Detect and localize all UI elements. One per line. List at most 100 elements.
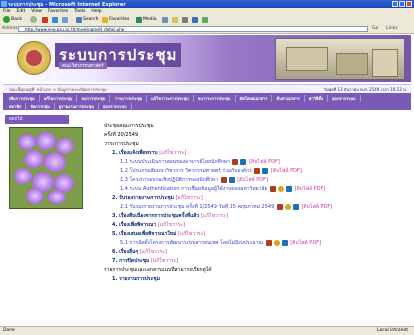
agenda-doc-link[interactable]: การจัดตั้งโครงการพัฒนาระบบสารสนเทศ โดยไม… — [130, 240, 263, 246]
pdf-link[interactable]: [ดิบไฟล์ PDF] — [271, 168, 302, 174]
agenda-subitem-2-1: 2.1 รับรองรายงานการประชุม ครั้งที่ 1/254… — [120, 203, 333, 210]
nav-settings[interactable]: ค่าวิธีตั้ง — [305, 95, 328, 102]
menu-favorites[interactable]: Favorites — [45, 8, 71, 14]
nav-add-meeting[interactable]: เพิ่มการประชุม — [5, 95, 40, 102]
nav-agenda[interactable]: วาระการประชุม — [110, 95, 148, 102]
messenger-icon — [202, 16, 208, 23]
agenda-doc-link[interactable]: โปรแกรมสัมมนาวิชาการ วิศวกรรมศาสตร์ ร่วม… — [130, 168, 252, 174]
refresh-button[interactable] — [52, 16, 59, 23]
nav-groups[interactable]: จัดการกลุ่ม — [26, 103, 55, 110]
attachment-item-1: 1. รายงานการประชุม — [112, 276, 160, 282]
gear-icon[interactable] — [273, 239, 280, 246]
logo-emblem — [26, 50, 42, 66]
nav-upload[interactable]: อัพโหลดเอกสาร — [236, 95, 273, 102]
address-input[interactable]: http://www.eng.psu.ac.th/meeting/edit_de… — [18, 26, 368, 32]
nav-row-1: เพิ่มการประชุม แก้ไขการประชุม ลบการประชุมว… — [5, 95, 361, 102]
site-banner: ระบบการประชุม คณะวิศวกรรมศาสตร์ — [3, 35, 411, 82]
agenda-doc-link[interactable]: รับรองรายงานการประชุม ครั้งที่ 1/2549 วั… — [130, 204, 275, 210]
edit-agenda-link[interactable]: [แก้ไขวาระ] — [140, 249, 167, 255]
edit-page-button[interactable] — [192, 16, 199, 23]
edit-agenda-link[interactable]: [แก้ไขวาระ] — [176, 195, 203, 201]
pencil-icon[interactable] — [228, 176, 235, 183]
minimize-button[interactable] — [392, 1, 398, 7]
nav-logout-2[interactable]: ออกจากระบบ — [99, 103, 132, 110]
agenda-subitem-5-1: 5.1 การจัดตั้งโครงการพัฒนาระบบสารสนเทศ โ… — [120, 239, 321, 246]
meeting-content: ประชุมคณะการประชุม ครั้งที่ 20/2549 วาระ… — [104, 122, 404, 284]
search-button[interactable]: Search — [76, 16, 98, 23]
close-button[interactable] — [406, 1, 412, 7]
gear-icon[interactable] — [277, 185, 284, 192]
search-icon — [76, 16, 82, 23]
edit-agenda-link[interactable]: [แก้ไขวาระ] — [178, 231, 205, 237]
pencil-icon[interactable] — [262, 167, 269, 174]
pdf-link[interactable]: [ดิบไฟล์ PDF] — [249, 159, 280, 165]
ie-icon — [1, 1, 7, 7]
pdf-link[interactable]: [ดิบไฟล์ PDF] — [295, 186, 326, 192]
document-icon[interactable] — [232, 158, 239, 165]
document-icon[interactable] — [254, 167, 261, 174]
print-button[interactable] — [182, 16, 189, 23]
stop-button[interactable] — [42, 16, 49, 23]
menu-help[interactable]: Help — [88, 8, 104, 14]
agenda-item-1: 1. เรื่องแจ้งเพื่อทราบ [แก้ไขวาระ] — [112, 150, 187, 156]
pencil-icon[interactable] — [292, 203, 299, 210]
nav-edit-agenda[interactable]: แก้ไขวาระการประชุม — [147, 95, 194, 102]
media-button[interactable]: Media — [136, 16, 157, 23]
nav-search-docs[interactable]: ค้นหาเอกสาร — [272, 95, 305, 102]
pencil-icon[interactable] — [281, 239, 288, 246]
menu-tools[interactable]: Tools — [71, 8, 88, 14]
menu-view[interactable]: View — [28, 8, 45, 14]
menu-edit[interactable]: Edit — [14, 8, 29, 14]
pdf-link[interactable]: [ดิบไฟล์ PDF] — [301, 204, 332, 210]
nav-delete-agenda[interactable]: ลบวาระการประชุม — [194, 95, 236, 102]
zone-indicator: Local intranet — [377, 328, 408, 333]
home-icon — [62, 16, 68, 23]
print-icon — [182, 16, 188, 23]
window-titlebar: ระบบการประชุม - Microsoft Internet Explo… — [0, 0, 414, 8]
maximize-button[interactable] — [399, 1, 405, 7]
menu-file[interactable]: File — [0, 8, 14, 14]
nav-edit-meeting[interactable]: แก้ไขการประชุม — [40, 95, 78, 102]
flower-image — [9, 127, 83, 209]
mail-button[interactable] — [172, 16, 179, 23]
gear-icon[interactable] — [284, 203, 291, 210]
university-logo — [17, 41, 51, 75]
favorites-button[interactable]: Favorites — [102, 16, 129, 23]
edit-agenda-link[interactable]: [แก้ไขวาระ] — [159, 150, 186, 156]
history-icon — [162, 16, 168, 23]
panel-heading: ดอกไม้ — [5, 115, 69, 124]
pencil-icon[interactable] — [285, 185, 292, 192]
attachments-heading: รายการประชุมและเอกสารแนบที่สามารถเรียกดู… — [104, 267, 212, 273]
document-icon[interactable] — [265, 239, 272, 246]
forward-button[interactable] — [30, 16, 38, 23]
document-icon[interactable] — [269, 185, 276, 192]
agenda-doc-link[interactable]: ระบบ Authentication การเชื่อมข้อมูลผู้ใช… — [130, 186, 268, 192]
edit-icon — [192, 16, 198, 23]
edit-agenda-link[interactable]: [แก้ไขวาระ] — [201, 213, 228, 219]
agenda-doc-link[interactable]: โครงการอบรมเชิงปฏิบัติการของนักศึกษา — [130, 177, 218, 183]
back-button[interactable]: Back — [3, 16, 22, 23]
document-icon[interactable] — [220, 176, 227, 183]
media-icon — [136, 16, 142, 23]
go-button[interactable]: Go — [372, 26, 378, 31]
nav-reports[interactable]: ดูรายงานการประชุม — [55, 103, 100, 110]
edit-agenda-link[interactable]: [แก้ไขวาระ] — [151, 258, 178, 264]
nav-members[interactable]: สมาชิก — [5, 103, 27, 110]
breadcrumb: ขณะนี้คุณอยู่ที่: หน้าแรก > ข้อมูลรายละเ… — [9, 87, 107, 92]
agenda-subitem-1-1: 1.1 ระบบประเมินการสอนของอาจารย์โดยนักศึก… — [120, 158, 280, 165]
meeting-title: ประชุมคณะการประชุม — [104, 123, 154, 129]
edit-agenda-link[interactable]: [แก้ไขวาระ] — [158, 222, 185, 228]
document-icon[interactable] — [276, 203, 283, 210]
agenda-doc-link[interactable]: ระบบประเมินการสอนของอาจารย์โดยนักศึกษา — [130, 159, 230, 165]
agenda-item-4: 4. เรื่องเพื่อพิจารณา [แก้ไขวาระ] — [112, 222, 185, 228]
nav-delete-meeting[interactable]: ลบการประชุม — [77, 95, 111, 102]
pdf-link[interactable]: [ดิบไฟล์ PDF] — [237, 177, 268, 183]
home-button[interactable] — [62, 16, 69, 23]
attachment-link[interactable]: รายงานการประชุม — [119, 276, 160, 282]
history-button[interactable] — [162, 16, 169, 23]
messenger-button[interactable] — [202, 16, 209, 23]
pdf-link[interactable]: [ดิบไฟล์ PDF] — [290, 240, 321, 246]
links-button[interactable]: Links — [386, 26, 398, 31]
nav-logout-1[interactable]: ออกจากระบบ — [328, 95, 361, 102]
pencil-icon[interactable] — [240, 158, 247, 165]
